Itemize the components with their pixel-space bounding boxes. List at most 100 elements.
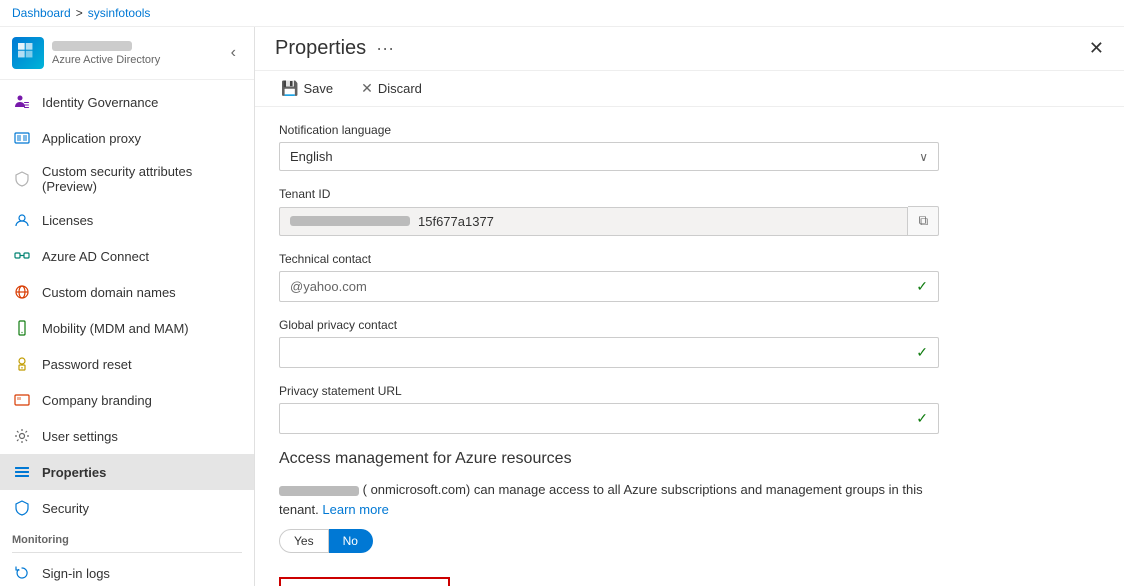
sign-in-logs-icon	[12, 563, 32, 583]
toggle-no-option[interactable]: No	[329, 529, 373, 553]
more-options-button[interactable]: ···	[376, 38, 394, 59]
check-icon: ✓	[916, 344, 928, 361]
discard-label: Discard	[378, 81, 422, 96]
breadcrumb-separator: >	[76, 6, 83, 20]
sidebar-item-label: User settings	[42, 429, 118, 444]
properties-header: Properties ··· ✕	[255, 27, 1124, 71]
sidebar-item-label: Sign-in logs	[42, 566, 110, 581]
sidebar-item-sign-in-logs[interactable]: Sign-in logs	[0, 555, 254, 586]
breadcrumb-dashboard[interactable]: Dashboard	[12, 6, 71, 20]
global-privacy-select[interactable]: ✓	[279, 337, 939, 368]
tenant-name-redacted	[279, 486, 359, 496]
azure-logo	[12, 37, 44, 69]
technical-contact-group: Technical contact @yahoo.com ✓	[279, 252, 1100, 302]
sidebar-header: Azure Active Directory ‹	[0, 27, 254, 80]
password-reset-icon	[12, 354, 32, 374]
content-area: Properties ··· ✕ 💾 Save ✕ Discard Notifi…	[255, 27, 1124, 586]
notification-language-label: Notification language	[279, 123, 1100, 137]
tenant-id-suffix: 15f677a1377	[418, 214, 494, 229]
close-button[interactable]: ✕	[1089, 38, 1104, 59]
sidebar-item-label: Azure AD Connect	[42, 249, 149, 264]
yes-no-toggle: Yes No	[279, 529, 1100, 553]
global-privacy-group: Global privacy contact ✓	[279, 318, 1100, 368]
sidebar-item-label: Company branding	[42, 393, 152, 408]
sidebar-item-label: Password reset	[42, 357, 132, 372]
manage-security-defaults-link[interactable]: Manage Security defaults	[279, 577, 450, 586]
azure-ad-connect-icon	[12, 246, 32, 266]
brand-redacted	[52, 41, 132, 51]
licenses-icon	[12, 210, 32, 230]
custom-security-icon	[12, 169, 32, 189]
sidebar-item-mobility[interactable]: Mobility (MDM and MAM)	[0, 310, 254, 346]
privacy-url-label: Privacy statement URL	[279, 384, 1100, 398]
sidebar-item-user-settings[interactable]: User settings	[0, 418, 254, 454]
tenant-id-label: Tenant ID	[279, 187, 1100, 201]
sidebar-item-azure-ad-connect[interactable]: Azure AD Connect	[0, 238, 254, 274]
sidebar-collapse-button[interactable]: ‹	[225, 42, 242, 64]
manage-security-defaults-container: Manage Security defaults	[279, 569, 1100, 586]
sidebar-title: Azure Active Directory	[52, 41, 160, 66]
company-branding-icon	[12, 390, 32, 410]
notification-language-group: Notification language English ∨	[279, 123, 1100, 171]
technical-contact-value: @yahoo.com	[290, 279, 367, 294]
sidebar-item-password-reset[interactable]: Password reset	[0, 346, 254, 382]
sidebar-item-company-branding[interactable]: Company branding	[0, 382, 254, 418]
save-label: Save	[303, 81, 333, 96]
discard-icon: ✕	[361, 80, 373, 97]
sidebar-item-properties[interactable]: Properties	[0, 454, 254, 490]
access-management-section: Access management for Azure resources ( …	[279, 450, 1100, 553]
save-icon: 💾	[281, 80, 298, 97]
breadcrumb: Dashboard > sysinfotools	[0, 0, 1124, 27]
identity-governance-icon	[12, 92, 32, 112]
technical-contact-label: Technical contact	[279, 252, 1100, 266]
tenant-id-redacted	[290, 216, 410, 226]
notification-language-select[interactable]: English ∨	[279, 142, 939, 171]
breadcrumb-tenant[interactable]: sysinfotools	[88, 6, 151, 20]
security-icon	[12, 498, 32, 518]
monitoring-section-label: Monitoring	[0, 526, 254, 550]
discard-button[interactable]: ✕ Discard	[355, 77, 428, 100]
sidebar-item-label: Custom domain names	[42, 285, 176, 300]
user-settings-icon	[12, 426, 32, 446]
toggle-yes-option[interactable]: Yes	[279, 529, 329, 553]
technical-contact-select[interactable]: @yahoo.com ✓	[279, 271, 939, 302]
sidebar-item-application-proxy[interactable]: Application proxy	[0, 120, 254, 156]
sidebar-item-label: Custom security attributes (Preview)	[42, 164, 242, 194]
sidebar-item-label: Properties	[42, 465, 106, 480]
sidebar-nav: Identity Governance Application proxy Cu…	[0, 80, 254, 586]
sidebar-item-identity-governance[interactable]: Identity Governance	[0, 84, 254, 120]
tenant-id-group: Tenant ID 15f677a1377 ⧉	[279, 187, 1100, 236]
sidebar-item-label: Security	[42, 501, 89, 516]
sidebar-subtitle: Azure Active Directory	[52, 54, 160, 66]
tenant-id-field: 15f677a1377	[279, 207, 908, 236]
sidebar-item-custom-domain[interactable]: Custom domain names	[0, 274, 254, 310]
check-icon: ✓	[916, 278, 928, 295]
sidebar-item-custom-security[interactable]: Custom security attributes (Preview)	[0, 156, 254, 202]
privacy-url-select[interactable]: ✓	[279, 403, 939, 434]
copy-tenant-id-button[interactable]: ⧉	[908, 206, 939, 236]
sidebar-item-label: Identity Governance	[42, 95, 158, 110]
global-privacy-label: Global privacy contact	[279, 318, 1100, 332]
sidebar: Azure Active Directory ‹ Identity Govern…	[0, 27, 255, 586]
page-title: Properties	[275, 37, 366, 60]
properties-icon	[12, 462, 32, 482]
sidebar-item-label: Mobility (MDM and MAM)	[42, 321, 189, 336]
tenant-id-row: 15f677a1377 ⧉	[279, 206, 939, 236]
sidebar-item-security[interactable]: Security	[0, 490, 254, 526]
notification-language-value: English	[290, 149, 333, 164]
access-management-heading: Access management for Azure resources	[279, 450, 1100, 468]
save-button[interactable]: 💾 Save	[275, 77, 339, 100]
access-description: ( onmicrosoft.com) can manage access to …	[279, 480, 939, 519]
chevron-down-icon: ∨	[919, 150, 928, 164]
learn-more-link[interactable]: Learn more	[322, 502, 388, 517]
form-content: Notification language English ∨ Tenant I…	[255, 107, 1124, 586]
privacy-url-group: Privacy statement URL ✓	[279, 384, 1100, 434]
mobility-icon	[12, 318, 32, 338]
custom-domain-icon	[12, 282, 32, 302]
sidebar-item-label: Application proxy	[42, 131, 141, 146]
sidebar-item-licenses[interactable]: Licenses	[0, 202, 254, 238]
sidebar-item-label: Licenses	[42, 213, 93, 228]
application-proxy-icon	[12, 128, 32, 148]
check-icon: ✓	[916, 410, 928, 427]
toolbar: 💾 Save ✕ Discard	[255, 71, 1124, 107]
